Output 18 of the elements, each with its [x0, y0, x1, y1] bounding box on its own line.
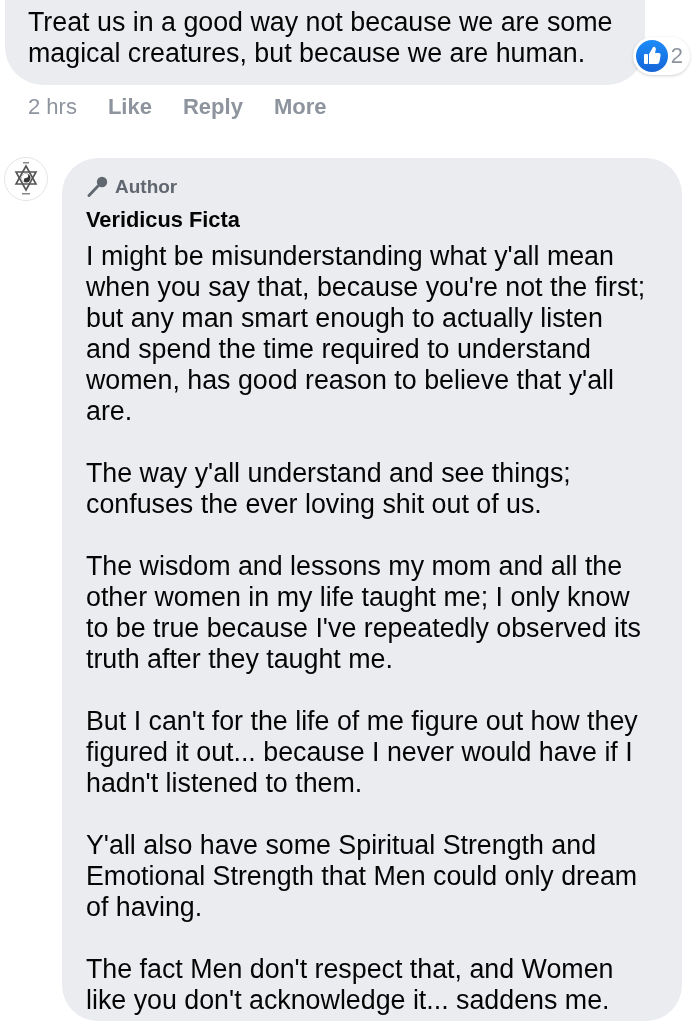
commenter-name[interactable]: Veridicus Ficta — [86, 205, 648, 235]
reply-paragraph: I might be misunderstanding what y'all mean when you say that, because you're not the first; but any man smart enough to actually listen and spend the time required to understand women, has good reason to believe that y'all are. — [86, 241, 647, 427]
thumbs-up-icon — [635, 40, 668, 72]
action-link[interactable]: More — [273, 94, 327, 120]
reaction-badge[interactable]: 2 — [632, 37, 690, 75]
author-label: Author — [115, 176, 178, 198]
action-link[interactable]: Reply — [182, 94, 243, 120]
action-link[interactable]: Like — [107, 94, 152, 120]
microphone-icon — [86, 176, 108, 198]
reply-paragraph: The wisdom and lessons my mom and all the other women in my life taught me; I only know to be true because I've repeatedly observed its truth after they taught me. — [86, 551, 642, 675]
reply-paragraph: The fact Men don't respect that, and Women like you don't acknowledge it... saddens me. — [86, 954, 615, 1016]
timestamp: 2 hrs — [28, 94, 77, 120]
hexagram-avatar-icon — [4, 157, 48, 201]
reply-paragraph: The way y'all understand and see things; confuses the ever loving shit out of us. — [86, 458, 572, 520]
reaction-count: 2 — [670, 42, 683, 70]
reply-paragraph: Y'all also have some Spiritual Strength and Emotional Strength that Men could only dream of having. — [86, 830, 639, 923]
comment-text: Treat us in a good way not because we are some magical creatures, but because we are human. — [28, 7, 614, 69]
reply-paragraph: But I can't for the life of me figure out how they figured it out... because I never would have if I hadn't listened to them. — [86, 706, 639, 799]
